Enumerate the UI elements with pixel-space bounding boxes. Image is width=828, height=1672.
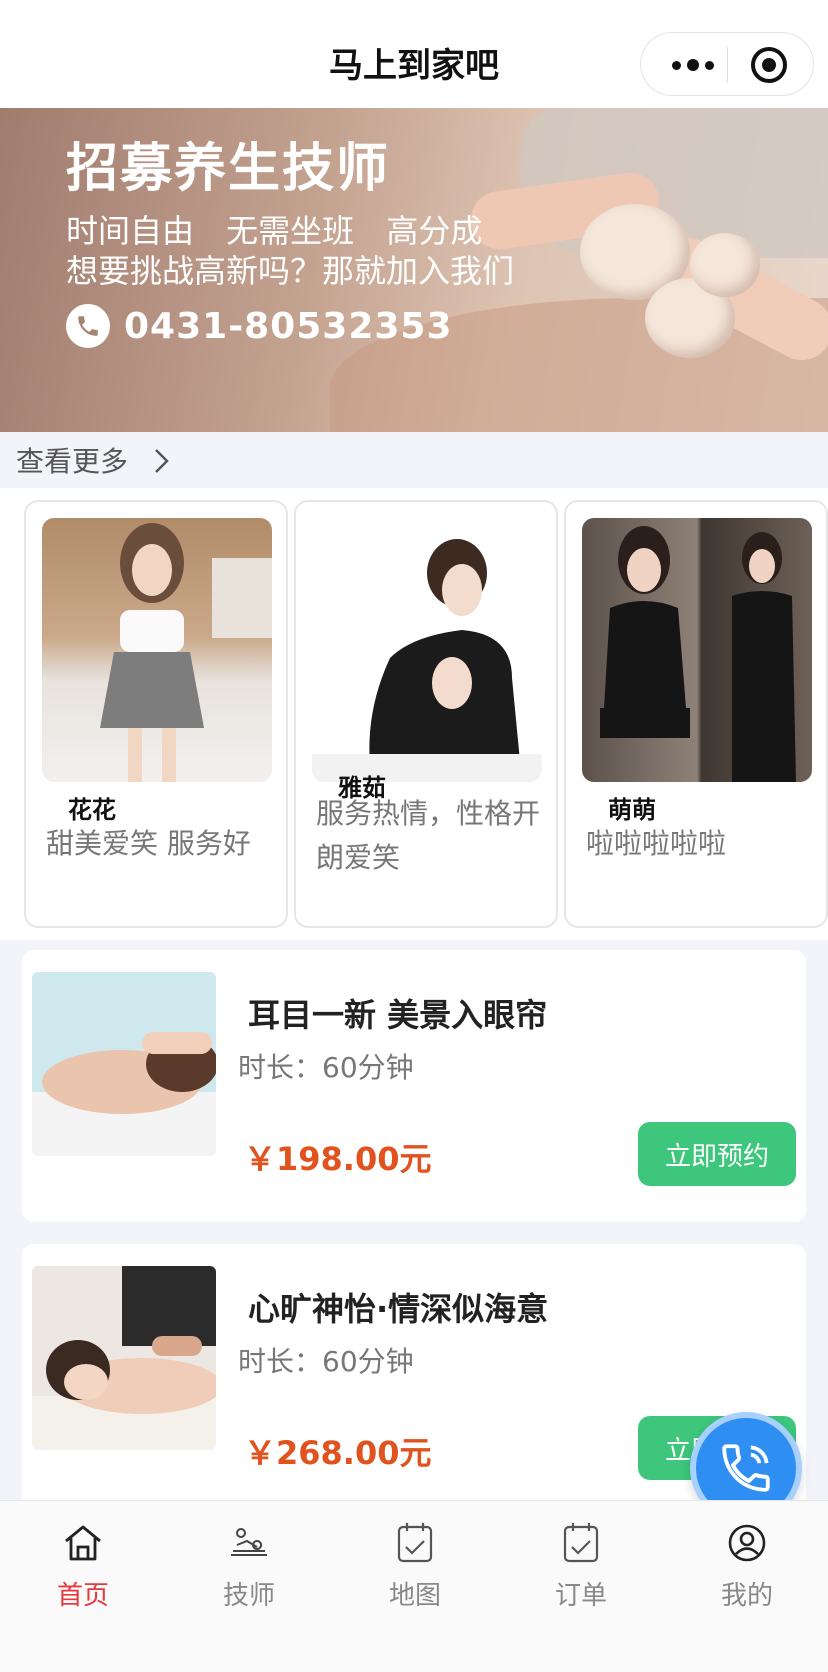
home-icon xyxy=(65,1525,101,1561)
tab-profile[interactable]: 我的 xyxy=(664,1521,828,1621)
tab-label: 技师 xyxy=(222,1581,275,1611)
tab-map[interactable]: 地图 xyxy=(332,1521,498,1621)
see-more-row[interactable]: 查看更多 xyxy=(0,432,828,488)
mini-program-capsule xyxy=(640,32,814,96)
order-icon xyxy=(563,1523,599,1563)
technician-photo xyxy=(582,518,812,782)
recruit-banner[interactable]: 招募养生技师 时间自由 无需坐班 高分成 想要挑战高新吗？那就加入我们 0431… xyxy=(0,108,828,432)
tab-label: 首页 xyxy=(56,1581,109,1611)
service-title: 心旷神怡·情深似海意 xyxy=(248,1290,549,1328)
tab-home[interactable]: 首页 xyxy=(0,1521,166,1621)
technician-desc: 啦啦啦啦啦 xyxy=(586,827,727,860)
technician-photo xyxy=(312,518,542,782)
map-icon xyxy=(397,1523,433,1563)
herbal-ball xyxy=(690,233,760,297)
technician-card[interactable]: 花花 甜美爱笑 服务好 xyxy=(24,500,288,928)
phone-icon xyxy=(66,304,110,348)
service-thumbnail xyxy=(32,1266,216,1450)
nav-bar: 马上到家吧 xyxy=(0,0,828,108)
tab-label: 我的 xyxy=(720,1581,773,1611)
capsule-divider xyxy=(727,47,728,83)
tab-label: 地图 xyxy=(388,1581,441,1611)
service-thumbnail xyxy=(32,972,216,1156)
technician-name: 花花 xyxy=(68,796,116,824)
service-duration: 时长：60分钟 xyxy=(238,1345,414,1378)
more-icon[interactable] xyxy=(665,49,721,81)
technician-photo xyxy=(42,518,272,782)
service-card[interactable]: 耳目一新 美景入眼帘 时长：60分钟 ￥198.00元 立即预约 xyxy=(22,950,806,1222)
book-now-button[interactable]: 立即预约 xyxy=(638,1122,796,1186)
technician-name: 萌萌 xyxy=(608,796,656,824)
technician-carousel[interactable]: 花花 甜美爱笑 服务好 雅茹 服务热情，性格开朗爱笑 萌萌 啦啦啦啦啦 xyxy=(0,488,828,940)
banner-line-2: 想要挑战高新吗？那就加入我们 xyxy=(66,252,515,290)
service-duration: 时长：60分钟 xyxy=(238,1051,414,1084)
banner-phone: 0431-80532353 xyxy=(66,304,453,348)
technician-card[interactable]: 萌萌 啦啦啦啦啦 xyxy=(564,500,828,928)
profile-icon xyxy=(728,1524,766,1562)
technician-card[interactable]: 雅茹 服务热情，性格开朗爱笑 xyxy=(294,500,558,928)
massage-icon xyxy=(231,1528,267,1556)
service-price: ￥268.00元 xyxy=(244,1434,432,1472)
close-target-icon[interactable] xyxy=(751,47,787,83)
service-card[interactable]: 心旷神怡·情深似海意 时长：60分钟 ￥268.00元 立即预约 xyxy=(22,1244,806,1500)
tab-technician[interactable]: 技师 xyxy=(166,1521,332,1621)
banner-title: 招募养生技师 xyxy=(66,139,391,199)
technician-desc: 甜美爱笑 服务好 xyxy=(46,827,251,860)
see-more-label: 查看更多 xyxy=(16,445,129,478)
service-list[interactable]: 耳目一新 美景入眼帘 时长：60分钟 ￥198.00元 立即预约 心旷神怡·情深… xyxy=(0,940,828,1500)
tab-label: 订单 xyxy=(554,1581,607,1611)
service-title: 耳目一新 美景入眼帘 xyxy=(248,996,548,1034)
chevron-right-icon xyxy=(155,449,169,473)
tab-bar: 首页 技师 地图 订单 我的 xyxy=(0,1500,828,1672)
phone-call-icon xyxy=(722,1444,770,1492)
tab-order[interactable]: 订单 xyxy=(498,1521,664,1621)
service-price: ￥198.00元 xyxy=(244,1140,432,1178)
technician-desc: 服务热情，性格开朗爱笑 xyxy=(316,797,541,874)
banner-phone-number: 0431-80532353 xyxy=(124,305,453,347)
